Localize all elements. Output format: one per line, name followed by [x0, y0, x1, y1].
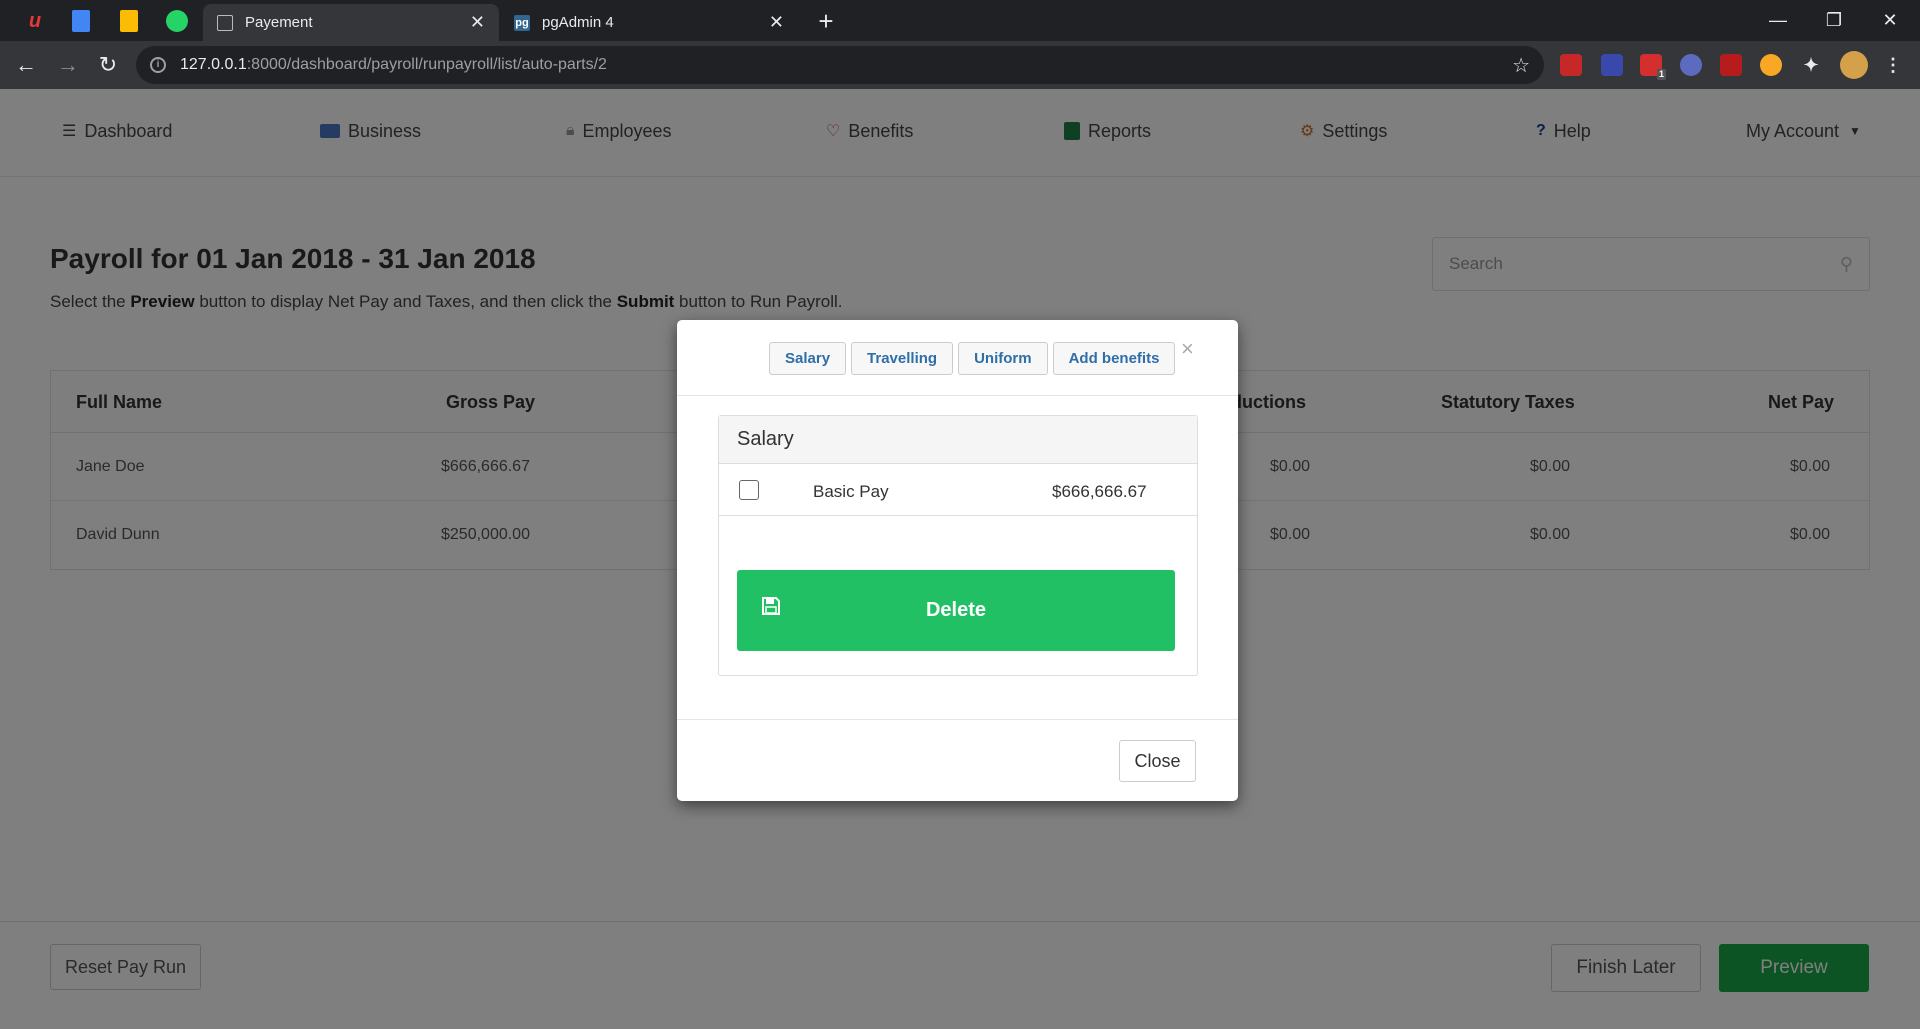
benefit-row: Basic Pay $666,666.67	[719, 464, 1197, 516]
tab-add-benefits[interactable]: Add benefits	[1052, 342, 1176, 375]
benefit-amount: $666,666.67	[1052, 482, 1147, 501]
back-button[interactable]: ←	[10, 49, 42, 81]
tab-pgadmin[interactable]: pg pgAdmin 4 ✕	[500, 4, 798, 41]
tab-travelling[interactable]: Travelling	[851, 342, 954, 375]
bookmark-star-icon[interactable]: ☆	[1512, 53, 1530, 78]
url-host: 127.0.0.1	[180, 56, 247, 73]
pinned-tab-whatsapp[interactable]	[164, 8, 190, 34]
delete-button[interactable]: Delete	[737, 570, 1175, 651]
browser-menu-icon[interactable]: ⋮	[1882, 54, 1904, 76]
pgadmin-icon: pg	[514, 14, 530, 31]
tab-salary[interactable]: Salary	[769, 342, 847, 375]
modal-divider	[677, 395, 1238, 396]
salary-panel: Salary Basic Pay $666,666.67 Delete	[718, 415, 1198, 676]
benefits-modal: Salary Travelling Uniform Add benefits ×…	[677, 320, 1238, 801]
address-bar[interactable]: i 127.0.0.1:8000/dashboard/payroll/runpa…	[136, 46, 1544, 84]
app-logo-icon: u	[28, 9, 42, 32]
modal-tab-group: Salary Travelling Uniform Add benefits	[769, 342, 1176, 375]
extension-icon-6[interactable]	[1760, 54, 1782, 76]
tab-title: pgAdmin 4	[542, 14, 614, 31]
minimize-button[interactable]: —	[1754, 4, 1802, 36]
extension-icon-2[interactable]	[1601, 54, 1623, 76]
basic-pay-checkbox[interactable]	[739, 480, 759, 500]
browser-tab-bar: u Payement ✕ pg pgAdmin 4 ✕ + — ❐ ✕	[0, 0, 1920, 41]
page-icon	[217, 14, 233, 31]
extension-badge: 1	[1656, 69, 1666, 80]
extension-icon-3[interactable]: 1	[1640, 54, 1666, 80]
pinned-tab-keep[interactable]	[116, 8, 142, 34]
new-tab-button[interactable]: +	[812, 8, 840, 36]
restore-button[interactable]: ❐	[1810, 4, 1858, 36]
benefit-label: Basic Pay	[813, 482, 889, 501]
delete-label: Delete	[925, 599, 987, 621]
pinned-tab-docs[interactable]	[68, 8, 94, 34]
tab-title: Payement	[245, 14, 313, 31]
close-window-button[interactable]: ✕	[1866, 4, 1914, 36]
modal-divider	[677, 719, 1238, 720]
info-icon[interactable]: i	[150, 57, 166, 73]
whatsapp-icon	[166, 10, 188, 32]
browser-toolbar: ← → ↻ i 127.0.0.1:8000/dashboard/payroll…	[0, 41, 1920, 89]
extension-icon-1[interactable]	[1560, 54, 1582, 76]
close-tab-icon[interactable]: ✕	[470, 12, 485, 33]
panel-title: Salary	[719, 416, 1197, 464]
profile-avatar[interactable]	[1840, 51, 1868, 79]
save-icon	[762, 597, 780, 615]
close-button[interactable]: Close	[1119, 740, 1196, 782]
keep-icon	[120, 10, 138, 32]
docs-icon	[72, 10, 90, 32]
tab-payement[interactable]: Payement ✕	[203, 4, 499, 41]
url-path: :8000/dashboard/payroll/runpayroll/list/…	[246, 56, 607, 73]
close-tab-icon[interactable]: ✕	[769, 12, 784, 33]
reload-button[interactable]: ↻	[92, 49, 124, 81]
extension-icon-4[interactable]	[1680, 54, 1702, 76]
forward-button[interactable]: →	[52, 49, 84, 81]
pinned-tab-app[interactable]: u	[22, 8, 48, 34]
puzzle-extensions-icon[interactable]: ✦	[1800, 54, 1822, 76]
modal-close-icon[interactable]: ×	[1181, 336, 1194, 362]
ublock-icon[interactable]	[1720, 54, 1742, 76]
tab-uniform[interactable]: Uniform	[958, 342, 1048, 375]
